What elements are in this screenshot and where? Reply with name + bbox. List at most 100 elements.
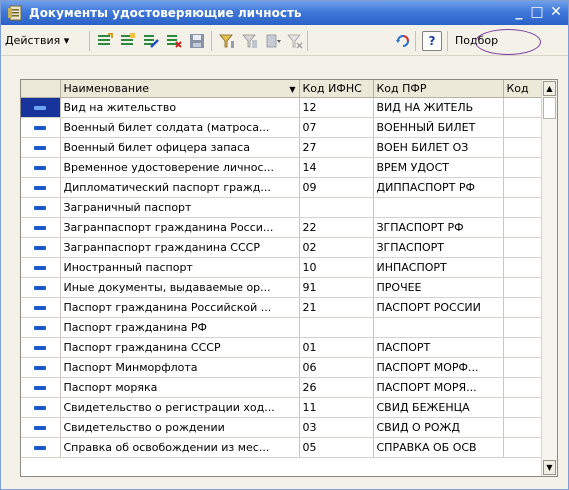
title-bar[interactable]: Документы удостоверяющие личность _ □ ✕ [1, 1, 568, 25]
row-item-icon-cell[interactable] [21, 197, 61, 218]
table-row[interactable]: Паспорт гражданина РФ [21, 317, 544, 338]
cell-ifns-code[interactable]: 07 [299, 117, 374, 138]
row-item-icon-cell[interactable] [21, 357, 61, 378]
column-header-icon[interactable] [21, 80, 61, 98]
cell-pfr-code[interactable]: ПАСПОРТ МОРЯ... [373, 377, 504, 398]
cell-code[interactable] [503, 217, 544, 238]
table-row[interactable]: Иностранный паспорт 10 ИНПАСПОРТ [21, 257, 544, 278]
edit-icon[interactable] [142, 32, 160, 50]
minimize-button[interactable]: _ [510, 3, 528, 21]
cell-code[interactable] [503, 257, 544, 278]
column-header-pfr-code[interactable]: Код ПФР [373, 80, 504, 98]
cell-ifns-code[interactable]: 27 [299, 137, 374, 158]
column-header-code[interactable]: Код [503, 80, 544, 98]
cell-code[interactable] [503, 417, 544, 438]
table-row[interactable]: Вид на жительство 12 ВИД НА ЖИТЕЛЬ [21, 97, 544, 118]
cell-ifns-code[interactable]: 14 [299, 157, 374, 178]
cell-ifns-code[interactable]: 11 [299, 397, 374, 418]
cell-name[interactable]: Вид на жительство [60, 97, 300, 118]
add-copy-icon[interactable] [119, 32, 137, 50]
cell-name[interactable]: Паспорт Минморфлота [60, 357, 300, 378]
row-item-icon-cell[interactable] [21, 397, 61, 418]
row-item-icon-cell[interactable] [21, 117, 61, 138]
cell-code[interactable] [503, 357, 544, 378]
add-icon[interactable] [96, 32, 114, 50]
cell-name[interactable]: Временное удостоверение личнос... [60, 157, 300, 178]
cell-ifns-code[interactable] [299, 197, 374, 218]
cell-name[interactable]: Паспорт моряка [60, 377, 300, 398]
row-item-icon-cell[interactable] [21, 437, 61, 458]
cell-name[interactable]: Военный билет офицера запаса [60, 137, 300, 158]
row-item-icon-cell[interactable] [21, 297, 61, 318]
row-item-icon-cell[interactable] [21, 337, 61, 358]
cell-name[interactable]: Иные документы, выдаваемые ор... [60, 277, 300, 298]
cell-pfr-code[interactable]: ЗГПАСПОРТ [373, 237, 504, 258]
table-row[interactable]: Паспорт гражданина Российской ... 21 ПАСПО… [21, 297, 544, 318]
row-item-icon-cell[interactable] [21, 317, 61, 338]
cell-ifns-code[interactable]: 26 [299, 377, 374, 398]
row-item-icon-cell[interactable] [21, 257, 61, 278]
filter-list-icon[interactable] [264, 32, 282, 50]
row-item-icon-cell[interactable] [21, 217, 61, 238]
cell-pfr-code[interactable]: ПАСПОРТ РОССИИ [373, 297, 504, 318]
cell-code[interactable] [503, 177, 544, 198]
filter-off-icon[interactable] [286, 32, 304, 50]
cell-ifns-code[interactable]: 21 [299, 297, 374, 318]
cell-pfr-code[interactable] [373, 317, 504, 338]
table-row[interactable]: Свидетельство о рождении 03 СВИД О РОЖД [21, 417, 544, 438]
table-row[interactable]: Паспорт Минморфлота 06 ПАСПОРТ МОРФ... [21, 357, 544, 378]
cell-name[interactable]: Дипломатический паспорт гражд... [60, 177, 300, 198]
cell-code[interactable] [503, 297, 544, 318]
scroll-up-button[interactable]: ▲ [543, 81, 556, 96]
row-item-icon-cell[interactable] [21, 277, 61, 298]
filter-clear-icon[interactable] [241, 32, 259, 50]
cell-code[interactable] [503, 377, 544, 398]
table-row[interactable]: Дипломатический паспорт гражд... 09 ДИППАС… [21, 177, 544, 198]
cell-code[interactable] [503, 237, 544, 258]
cell-pfr-code[interactable]: СВИД БЕЖЕНЦА [373, 397, 504, 418]
table-row[interactable]: Загранпаспорт гражданина Росси... 22 ЗГПАС… [21, 217, 544, 238]
cell-name[interactable]: Военный билет солдата (матроса... [60, 117, 300, 138]
cell-ifns-code[interactable]: 02 [299, 237, 374, 258]
cell-ifns-code[interactable]: 10 [299, 257, 374, 278]
scroll-thumb[interactable] [543, 97, 556, 119]
cell-name[interactable]: Справка об освобождении из мес... [60, 437, 300, 458]
maximize-button[interactable]: □ [528, 3, 546, 21]
cell-pfr-code[interactable]: ЗГПАСПОРТ РФ [373, 217, 504, 238]
cell-pfr-code[interactable]: ВОЕН БИЛЕТ ОЗ [373, 137, 504, 158]
table-row[interactable]: Заграничный паспорт [21, 197, 544, 218]
row-item-icon-cell[interactable] [21, 157, 61, 178]
cell-pfr-code[interactable]: ВРЕМ УДОСТ [373, 157, 504, 178]
table-row[interactable]: Военный билет офицера запаса 27 ВОЕН БИЛЕТ… [21, 137, 544, 158]
cell-code[interactable] [503, 277, 544, 298]
cell-pfr-code[interactable]: ИНПАСПОРТ [373, 257, 504, 278]
row-item-icon-cell[interactable] [21, 177, 61, 198]
cell-ifns-code[interactable]: 01 [299, 337, 374, 358]
row-item-icon-cell[interactable] [21, 377, 61, 398]
cell-pfr-code[interactable]: ПАСПОРТ МОРФ... [373, 357, 504, 378]
cell-code[interactable] [503, 197, 544, 218]
scroll-down-button[interactable]: ▼ [543, 460, 556, 475]
cell-code[interactable] [503, 137, 544, 158]
cell-ifns-code[interactable]: 09 [299, 177, 374, 198]
cell-code[interactable] [503, 157, 544, 178]
table-row[interactable]: Паспорт гражданина СССР 01 ПАСПОРТ [21, 337, 544, 358]
cell-pfr-code[interactable]: СВИД О РОЖД [373, 417, 504, 438]
cell-name[interactable]: Загранпаспорт гражданина Росси... [60, 217, 300, 238]
cell-pfr-code[interactable]: ПАСПОРТ [373, 337, 504, 358]
cell-ifns-code[interactable] [299, 317, 374, 338]
cell-code[interactable] [503, 97, 544, 118]
cell-ifns-code[interactable]: 12 [299, 97, 374, 118]
filter-icon[interactable] [218, 32, 236, 50]
column-header-name[interactable]: Наименование ▼ [60, 80, 300, 98]
table-row[interactable]: Загранпаспорт гражданина СССР 02 ЗГПАСПОРТ [21, 237, 544, 258]
delete-mark-icon[interactable] [165, 32, 183, 50]
table-row[interactable]: Военный билет солдата (матроса... 07 ВОЕНН… [21, 117, 544, 138]
cell-code[interactable] [503, 117, 544, 138]
help-button[interactable]: ? [422, 31, 442, 51]
cell-pfr-code[interactable]: ВИД НА ЖИТЕЛЬ [373, 97, 504, 118]
cell-name[interactable]: Заграничный паспорт [60, 197, 300, 218]
cell-code[interactable] [503, 337, 544, 358]
cell-code[interactable] [503, 437, 544, 458]
cell-code[interactable] [503, 317, 544, 338]
